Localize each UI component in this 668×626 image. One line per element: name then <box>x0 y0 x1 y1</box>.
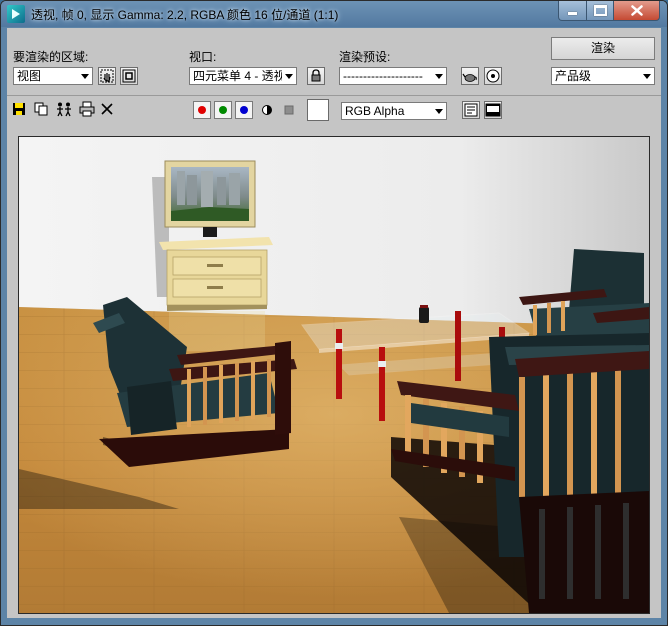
print-image-button[interactable] <box>79 101 97 119</box>
app-logo-icon <box>7 5 25 23</box>
render-frame-panel: 要渲染的区域: 视图 视口: 四元菜单 4 - 透视 渲染预设: -------… <box>7 28 661 618</box>
monochrome-square-icon <box>284 105 294 115</box>
teapot-icon <box>462 73 477 82</box>
render-button[interactable]: 渲染 <box>551 37 655 60</box>
auto-region-button[interactable] <box>120 67 138 85</box>
half-circle-icon <box>262 105 272 115</box>
rendered-image-viewport[interactable] <box>18 136 650 614</box>
chevron-down-icon <box>81 74 89 79</box>
display-panel-icon <box>485 103 501 117</box>
viewport-label: 视口: <box>189 50 217 64</box>
rendered-scene-image <box>19 137 649 613</box>
preset-dropdown-value: -------------------- <box>343 69 423 83</box>
environment-button[interactable] <box>484 67 502 85</box>
blue-channel-toggle[interactable] <box>235 101 253 119</box>
copy-image-button[interactable] <box>33 101 51 119</box>
close-button[interactable] <box>613 1 660 21</box>
alpha-channel-toggle[interactable] <box>259 101 277 119</box>
monochrome-toggle[interactable] <box>281 101 299 119</box>
chevron-down-icon <box>435 74 443 79</box>
maximize-button[interactable] <box>586 1 614 21</box>
toggle-ui-overlay-button[interactable] <box>462 101 480 119</box>
toggle-display-button[interactable] <box>484 101 502 119</box>
toolbar-divider <box>7 95 661 96</box>
window-title: 透视, 帧 0, 显示 Gamma: 2.2, RGBA 颜色 16 位/通道 … <box>31 8 339 22</box>
area-dropdown[interactable]: 视图 <box>13 67 93 85</box>
area-dropdown-value: 视图 <box>17 69 42 83</box>
red-channel-toggle[interactable] <box>193 101 211 119</box>
quality-dropdown[interactable]: 产品级 <box>551 67 655 85</box>
minimize-button[interactable] <box>558 1 587 21</box>
edit-region-button[interactable] <box>98 67 116 85</box>
hand-icon <box>100 69 114 83</box>
lock-viewport-button[interactable] <box>307 67 325 85</box>
clear-x-icon <box>101 103 113 115</box>
render-frame-window: 透视, 帧 0, 显示 Gamma: 2.2, RGBA 颜色 16 位/通道 … <box>0 0 668 626</box>
region-select-icon <box>122 69 136 83</box>
area-label: 要渲染的区域: <box>13 50 89 64</box>
render-setup-button[interactable] <box>461 67 479 85</box>
preset-label: 渲染预设: <box>339 50 391 64</box>
clone-frame-button[interactable] <box>55 101 73 119</box>
title-bar[interactable]: 透视, 帧 0, 显示 Gamma: 2.2, RGBA 颜色 16 位/通道 … <box>1 1 667 27</box>
overlay-panel-icon <box>464 103 478 117</box>
channel-display-value: RGB Alpha <box>345 104 405 118</box>
viewport-dropdown-value: 四元菜单 4 - 透视 <box>193 69 282 83</box>
floppy-disk-icon <box>13 103 25 115</box>
disc-icon <box>486 69 500 83</box>
preset-dropdown[interactable]: -------------------- <box>339 67 447 85</box>
chevron-down-icon <box>643 74 651 79</box>
lock-icon <box>311 69 321 82</box>
green-channel-toggle[interactable] <box>214 101 232 119</box>
close-icon <box>630 5 643 16</box>
printer-icon <box>79 101 95 117</box>
clone-figures-icon <box>57 102 71 117</box>
chevron-down-icon <box>285 74 293 79</box>
channel-display-dropdown[interactable]: RGB Alpha <box>341 102 447 120</box>
quality-dropdown-value: 产品级 <box>555 69 592 83</box>
save-image-button[interactable] <box>11 101 29 119</box>
copy-icon <box>34 102 48 116</box>
pixel-color-swatch[interactable] <box>307 99 329 121</box>
chevron-down-icon <box>435 109 443 114</box>
viewport-dropdown[interactable]: 四元菜单 4 - 透视 <box>189 67 297 85</box>
clear-image-button[interactable] <box>99 101 117 119</box>
